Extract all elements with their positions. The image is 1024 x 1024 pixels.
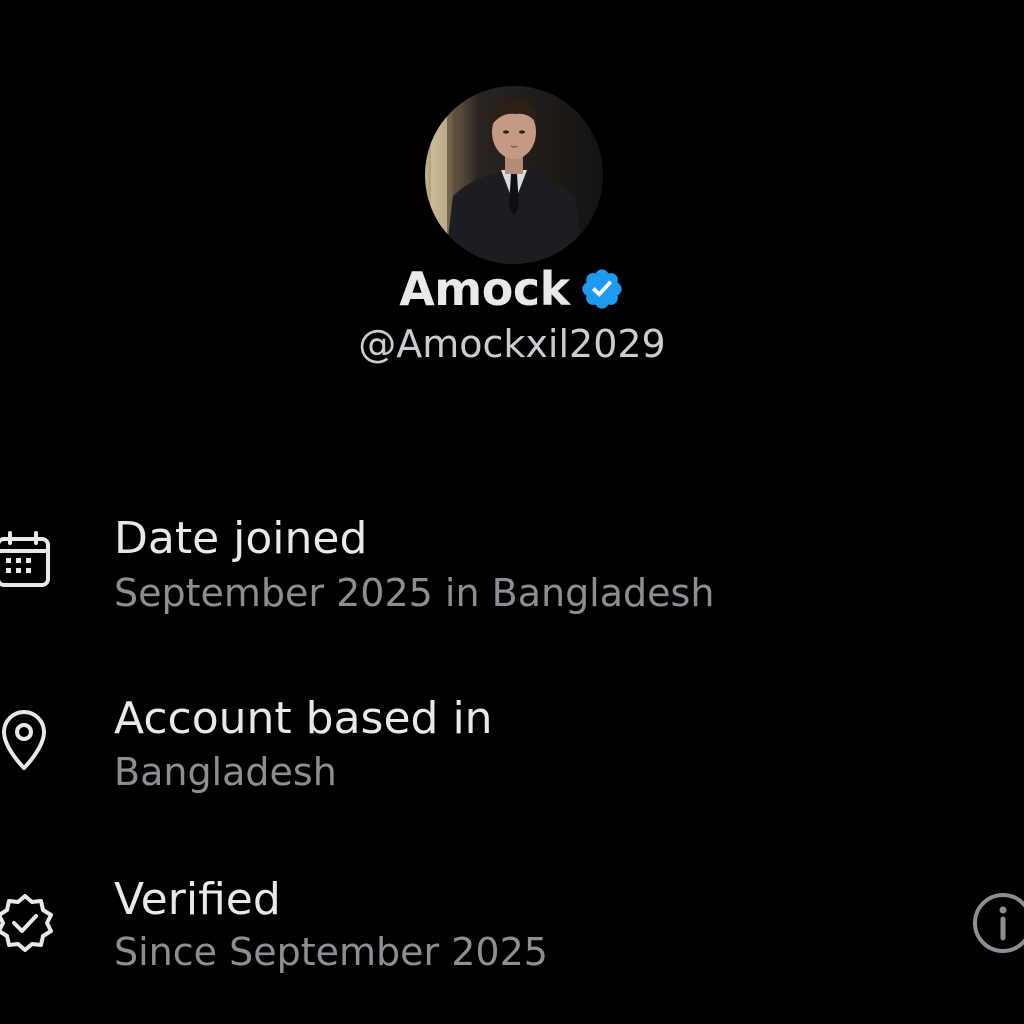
profile-handle: @Amockxil2029: [358, 322, 666, 366]
verified-check-icon: [0, 890, 58, 956]
verified-title: Verified: [114, 874, 281, 925]
location-pin-icon: [0, 708, 58, 774]
avatar[interactable]: [425, 86, 603, 264]
display-name: Amock: [399, 262, 570, 316]
verified-since-value: Since September 2025: [114, 930, 548, 974]
account-based-in-value: Bangladesh: [114, 750, 337, 794]
date-joined-title: Date joined: [114, 513, 368, 564]
about-account-page: Amock @Amockxil2029 Date joined Septembe…: [0, 0, 1024, 1024]
info-icon[interactable]: [970, 890, 1024, 956]
account-based-in-title: Account based in: [114, 693, 493, 744]
calendar-icon: [0, 527, 58, 593]
date-joined-value: September 2025 in Bangladesh: [114, 571, 715, 615]
profile-name-row: Amock: [0, 262, 1024, 316]
verified-badge-icon[interactable]: [579, 266, 625, 312]
avatar-photo: [425, 86, 603, 264]
